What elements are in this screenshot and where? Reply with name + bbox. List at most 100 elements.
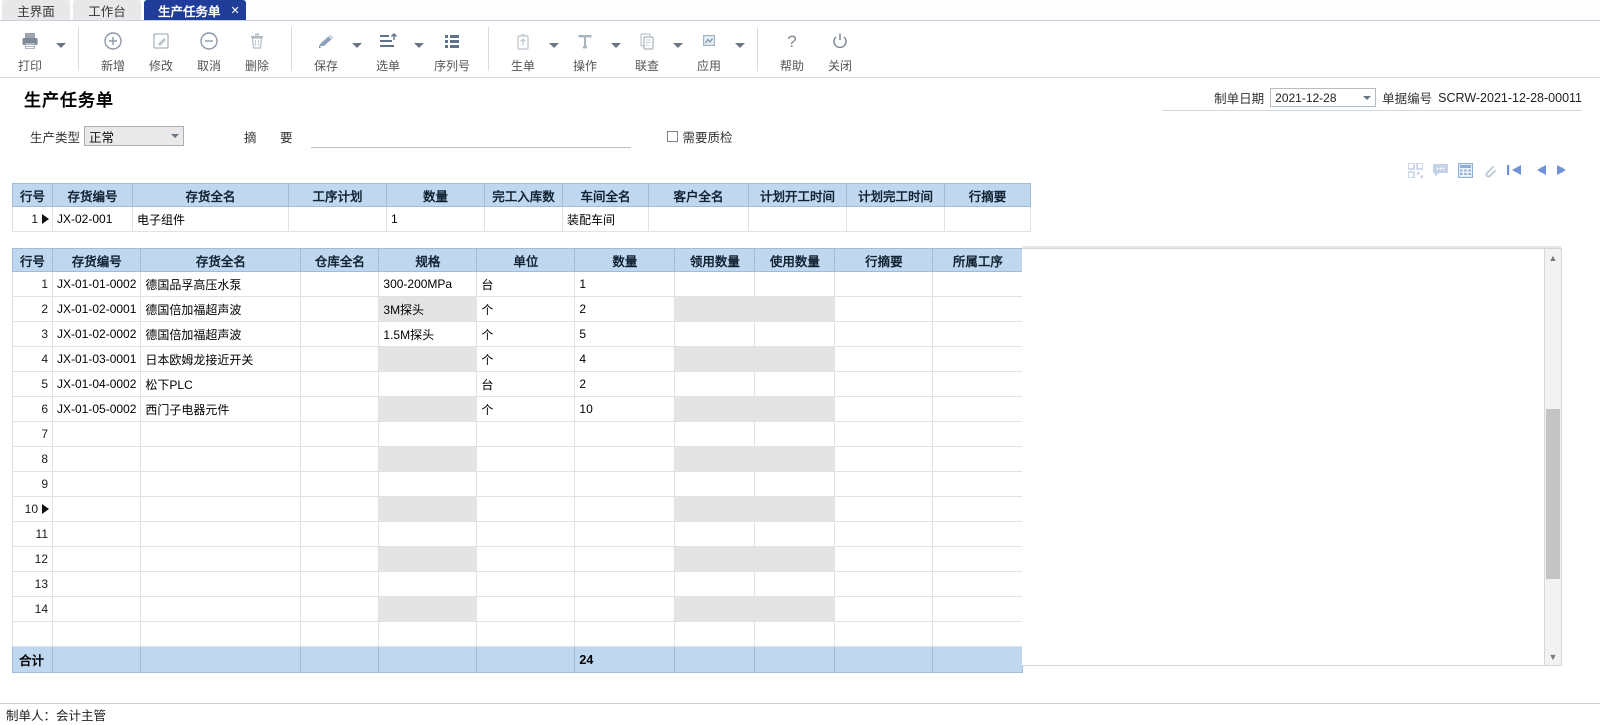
table-cell[interactable] xyxy=(378,521,478,547)
table-row[interactable]: 10 xyxy=(12,496,1024,522)
table-row[interactable]: 4 JX-01-03-0001 日本欧姆龙接近开关个 4 xyxy=(12,346,1024,372)
column-header[interactable]: 规格 xyxy=(378,248,478,272)
table-cell[interactable]: JX-01-03-0001 xyxy=(51,346,142,372)
column-header[interactable]: 数量 xyxy=(574,248,676,272)
detail-grid[interactable]: 行号 存货编号 存货全名 仓库全名 规格 单位 数量 领用数量 使用数量 行摘要 所属工序 1 JX-… xyxy=(12,248,1024,673)
edit-button[interactable]: 修改 xyxy=(137,25,185,74)
table-row[interactable]: 8 xyxy=(12,446,1024,472)
table-cell[interactable] xyxy=(300,596,380,622)
close-button[interactable]: 关闭 xyxy=(816,25,864,74)
table-cell[interactable] xyxy=(932,396,1024,422)
table-cell[interactable] xyxy=(754,446,836,472)
table-cell[interactable] xyxy=(754,521,836,547)
table-cell[interactable] xyxy=(754,346,836,372)
table-cell[interactable] xyxy=(140,571,302,597)
row-number-cell[interactable]: 14 xyxy=(12,596,53,622)
table-cell[interactable]: 3M探头 xyxy=(378,296,478,322)
row-number-cell[interactable]: 9 xyxy=(12,471,53,497)
table-cell[interactable] xyxy=(674,571,756,597)
table-cell[interactable] xyxy=(674,446,756,472)
table-cell[interactable] xyxy=(674,596,756,622)
table-row[interactable]: 13 xyxy=(12,571,1024,597)
table-cell[interactable] xyxy=(378,396,478,422)
table-cell[interactable]: 2 xyxy=(574,371,676,397)
table-cell[interactable] xyxy=(378,421,478,447)
column-header[interactable]: 存货编号 xyxy=(52,183,133,207)
table-cell[interactable] xyxy=(932,371,1024,397)
table-cell[interactable]: 个 xyxy=(476,321,576,347)
table-cell[interactable] xyxy=(476,446,576,472)
column-header[interactable]: 仓库全名 xyxy=(300,248,380,272)
prev-record-icon[interactable] xyxy=(1531,163,1547,177)
table-cell[interactable] xyxy=(140,521,302,547)
scrollbar-thumb[interactable] xyxy=(1546,409,1560,579)
linked-query-button[interactable]: 联查 xyxy=(623,25,671,74)
scroll-up-icon[interactable]: ▲ xyxy=(1545,249,1561,266)
table-cell[interactable]: 300-200MPa xyxy=(378,271,478,297)
table-cell[interactable] xyxy=(300,421,380,447)
save-dropdown-caret[interactable] xyxy=(350,25,364,48)
table-row[interactable]: 11 xyxy=(12,521,1024,547)
table-cell[interactable] xyxy=(378,371,478,397)
column-header[interactable]: 客户全名 xyxy=(648,183,749,207)
table-cell[interactable] xyxy=(574,446,676,472)
select-order-dropdown-caret[interactable] xyxy=(412,25,426,48)
table-row[interactable]: 12 xyxy=(12,546,1024,572)
table-cell[interactable]: 1.5M探头 xyxy=(378,321,478,347)
table-cell[interactable] xyxy=(574,521,676,547)
checkbox-icon[interactable] xyxy=(666,130,678,142)
table-cell[interactable] xyxy=(300,471,380,497)
table-cell[interactable] xyxy=(834,546,934,572)
table-row[interactable]: 1 JX-02-001 电子组件 1 装配车间 xyxy=(12,206,1031,232)
table-cell[interactable] xyxy=(834,446,934,472)
calculator-icon[interactable] xyxy=(1458,162,1473,178)
table-cell[interactable] xyxy=(932,271,1024,297)
table-cell[interactable] xyxy=(378,596,478,622)
table-cell[interactable] xyxy=(574,421,676,447)
table-cell[interactable]: 电子组件 xyxy=(132,206,289,232)
delete-button[interactable]: 删除 xyxy=(233,25,281,74)
table-cell[interactable] xyxy=(51,446,142,472)
table-cell[interactable] xyxy=(834,571,934,597)
table-cell[interactable] xyxy=(834,471,934,497)
table-cell[interactable]: 西门子电器元件 xyxy=(140,396,302,422)
row-number-cell[interactable]: 1 xyxy=(12,206,53,232)
table-cell[interactable] xyxy=(674,496,756,522)
table-cell[interactable] xyxy=(300,296,380,322)
table-cell[interactable] xyxy=(574,471,676,497)
table-cell[interactable] xyxy=(834,296,934,322)
table-cell[interactable] xyxy=(378,446,478,472)
table-cell[interactable] xyxy=(932,421,1024,447)
row-number-cell[interactable]: 12 xyxy=(12,546,53,572)
table-cell[interactable] xyxy=(944,206,1031,232)
table-cell[interactable] xyxy=(378,346,478,372)
table-cell[interactable] xyxy=(51,546,142,572)
table-cell[interactable]: 10 xyxy=(574,396,676,422)
main-grid[interactable]: 行号 存货编号 存货全名 工序计划 数量 完工入库数 车间全名 客户全名 计划开工时间 计划完工时… xyxy=(12,183,1031,232)
table-cell[interactable] xyxy=(484,206,563,232)
table-cell[interactable] xyxy=(754,421,836,447)
table-cell[interactable]: 个 xyxy=(476,296,576,322)
table-cell[interactable] xyxy=(300,546,380,572)
row-number-cell[interactable]: 3 xyxy=(12,321,53,347)
table-row[interactable]: 9 xyxy=(12,471,1024,497)
table-cell[interactable] xyxy=(834,321,934,347)
table-cell[interactable] xyxy=(932,471,1024,497)
qrcode-icon[interactable] xyxy=(1408,162,1423,178)
add-button[interactable]: 新增 xyxy=(89,25,137,74)
table-cell[interactable] xyxy=(834,271,934,297)
table-cell[interactable]: 台 xyxy=(476,271,576,297)
table-cell[interactable]: JX-01-04-0002 xyxy=(51,371,142,397)
tab-production-order[interactable]: 生产任务单 ✕ xyxy=(144,0,246,20)
table-row[interactable]: 1 JX-01-01-0002 德国品孚高压水泵 300-200MPa 台 1 xyxy=(12,271,1024,297)
table-cell[interactable] xyxy=(754,571,836,597)
table-cell[interactable] xyxy=(140,421,302,447)
table-cell[interactable] xyxy=(754,496,836,522)
column-header[interactable]: 所属工序 xyxy=(932,248,1024,272)
table-row[interactable]: 3 JX-01-02-0002 德国倍加福超声波 1.5M探头个 5 xyxy=(12,321,1024,347)
column-header[interactable]: 存货全名 xyxy=(132,183,289,207)
column-header[interactable]: 车间全名 xyxy=(562,183,649,207)
column-header[interactable]: 行摘要 xyxy=(834,248,934,272)
table-cell[interactable] xyxy=(674,396,756,422)
table-cell[interactable] xyxy=(476,546,576,572)
